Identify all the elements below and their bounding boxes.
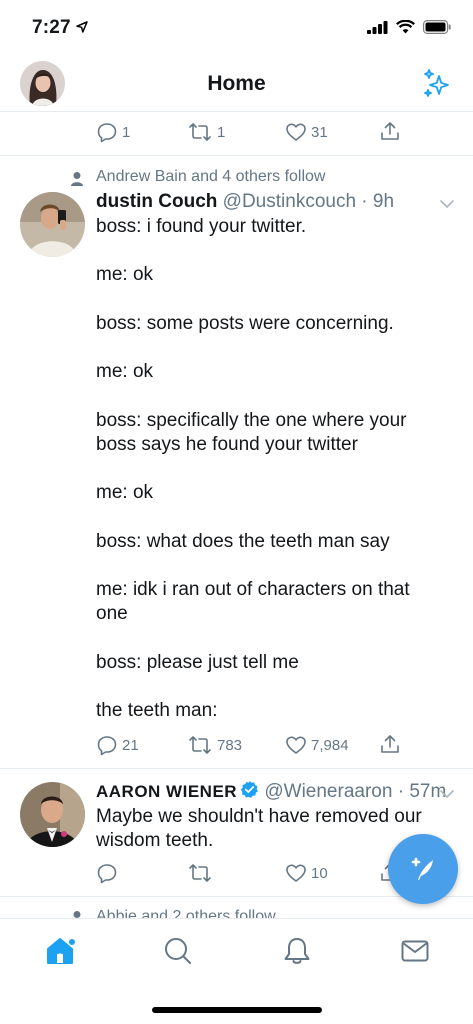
verified-icon: [240, 780, 259, 805]
tweet-line: me: idk i ran out of characters on that …: [96, 578, 410, 625]
like-button[interactable]: 10: [285, 862, 328, 884]
retweet-button[interactable]: 783: [187, 734, 242, 756]
location-arrow-icon: [76, 20, 88, 38]
retweet-count: 1: [217, 123, 226, 141]
retweet-icon: [189, 736, 211, 754]
like-icon: [286, 123, 306, 141]
messages-icon: [401, 940, 429, 962]
retweet-button[interactable]: [187, 862, 213, 884]
sparkle-icon[interactable]: [421, 68, 453, 105]
tweet-text: boss: i found your twitter. me: ok boss:…: [96, 215, 436, 723]
share-icon: [381, 735, 399, 753]
tweet-line: me: ok: [96, 482, 154, 504]
tab-notifications[interactable]: [281, 935, 313, 972]
tweet-line: boss: i found your twitter.: [96, 216, 307, 237]
share-button[interactable]: [379, 120, 401, 142]
status-time: 7:27: [32, 17, 71, 38]
status-icons: [367, 19, 451, 39]
wifi-icon: [396, 19, 415, 39]
tab-messages[interactable]: [399, 935, 431, 972]
nav-header: Home: [0, 56, 473, 112]
share-button[interactable]: [379, 733, 401, 755]
page-title: Home: [207, 72, 266, 95]
like-icon: [286, 864, 306, 882]
user-handle: @Wieneraaron: [264, 781, 393, 802]
person-icon: [70, 171, 84, 192]
like-count: 7,984: [311, 736, 349, 754]
reply-button[interactable]: [96, 862, 118, 884]
tweet-line: me: ok: [96, 361, 154, 383]
tab-search[interactable]: [162, 935, 194, 972]
dot-separator: ·: [392, 781, 410, 802]
share-icon: [381, 122, 399, 140]
reply-button[interactable]: 21: [96, 734, 139, 756]
search-icon: [165, 938, 191, 964]
chevron-down-icon[interactable]: [439, 196, 455, 214]
tweet-line: the teeth man:: [96, 699, 218, 721]
tweet-line: boss: some posts were concerning.: [96, 312, 394, 334]
home-icon: [47, 938, 75, 964]
divider: [0, 768, 473, 769]
tweet-line: boss: specifically the one where your bo…: [96, 409, 407, 455]
divider: [0, 155, 473, 156]
tweet-author: AARON WIENER @Wieneraaron · 57m: [96, 780, 446, 805]
battery-icon: [423, 20, 451, 39]
like-icon: [286, 736, 306, 754]
tweet-line: me: ok: [96, 264, 154, 286]
display-name[interactable]: dustin Couch: [96, 191, 217, 212]
tweet-line: boss: please just tell me: [96, 651, 299, 673]
reply-icon: [97, 736, 117, 756]
like-count: 10: [311, 864, 328, 882]
like-button[interactable]: 7,984: [285, 734, 349, 756]
dot-separator: ·: [356, 191, 373, 212]
tweet-time: 9h: [372, 191, 395, 212]
tweet-text: Maybe we shouldn't have removed our wisd…: [96, 806, 422, 852]
user-handle: @Dustinkcouch: [222, 191, 357, 212]
notifications-icon: [284, 938, 310, 964]
retweet-count: 783: [217, 736, 243, 754]
like-button[interactable]: 31: [285, 121, 328, 143]
reply-button[interactable]: 1: [96, 121, 130, 143]
social-context: Andrew Bain and 4 others follow: [96, 168, 326, 185]
chevron-down-icon[interactable]: [439, 786, 455, 804]
retweet-icon: [189, 864, 211, 882]
tweet-author: dustin Couch @Dustinkcouch · 9h: [96, 191, 394, 213]
avatar[interactable]: [20, 192, 85, 257]
signal-icon: [367, 20, 388, 39]
reply-count: 1: [122, 123, 131, 141]
avatar[interactable]: [20, 782, 85, 847]
display-name[interactable]: AARON WIENER: [96, 782, 237, 801]
retweet-button[interactable]: 1: [187, 121, 225, 143]
tweet-line: boss: what does the teeth man say: [96, 530, 390, 552]
reply-icon: [97, 123, 117, 143]
reply-icon: [97, 864, 117, 884]
compose-icon: [411, 857, 433, 880]
tab-home[interactable]: [45, 935, 77, 972]
status-bar: 7:27: [0, 0, 473, 56]
compose-button[interactable]: [388, 834, 458, 904]
like-count: 31: [311, 123, 328, 141]
home-indicator: [152, 1007, 322, 1013]
reply-count: 21: [122, 736, 139, 754]
retweet-icon: [189, 123, 211, 141]
